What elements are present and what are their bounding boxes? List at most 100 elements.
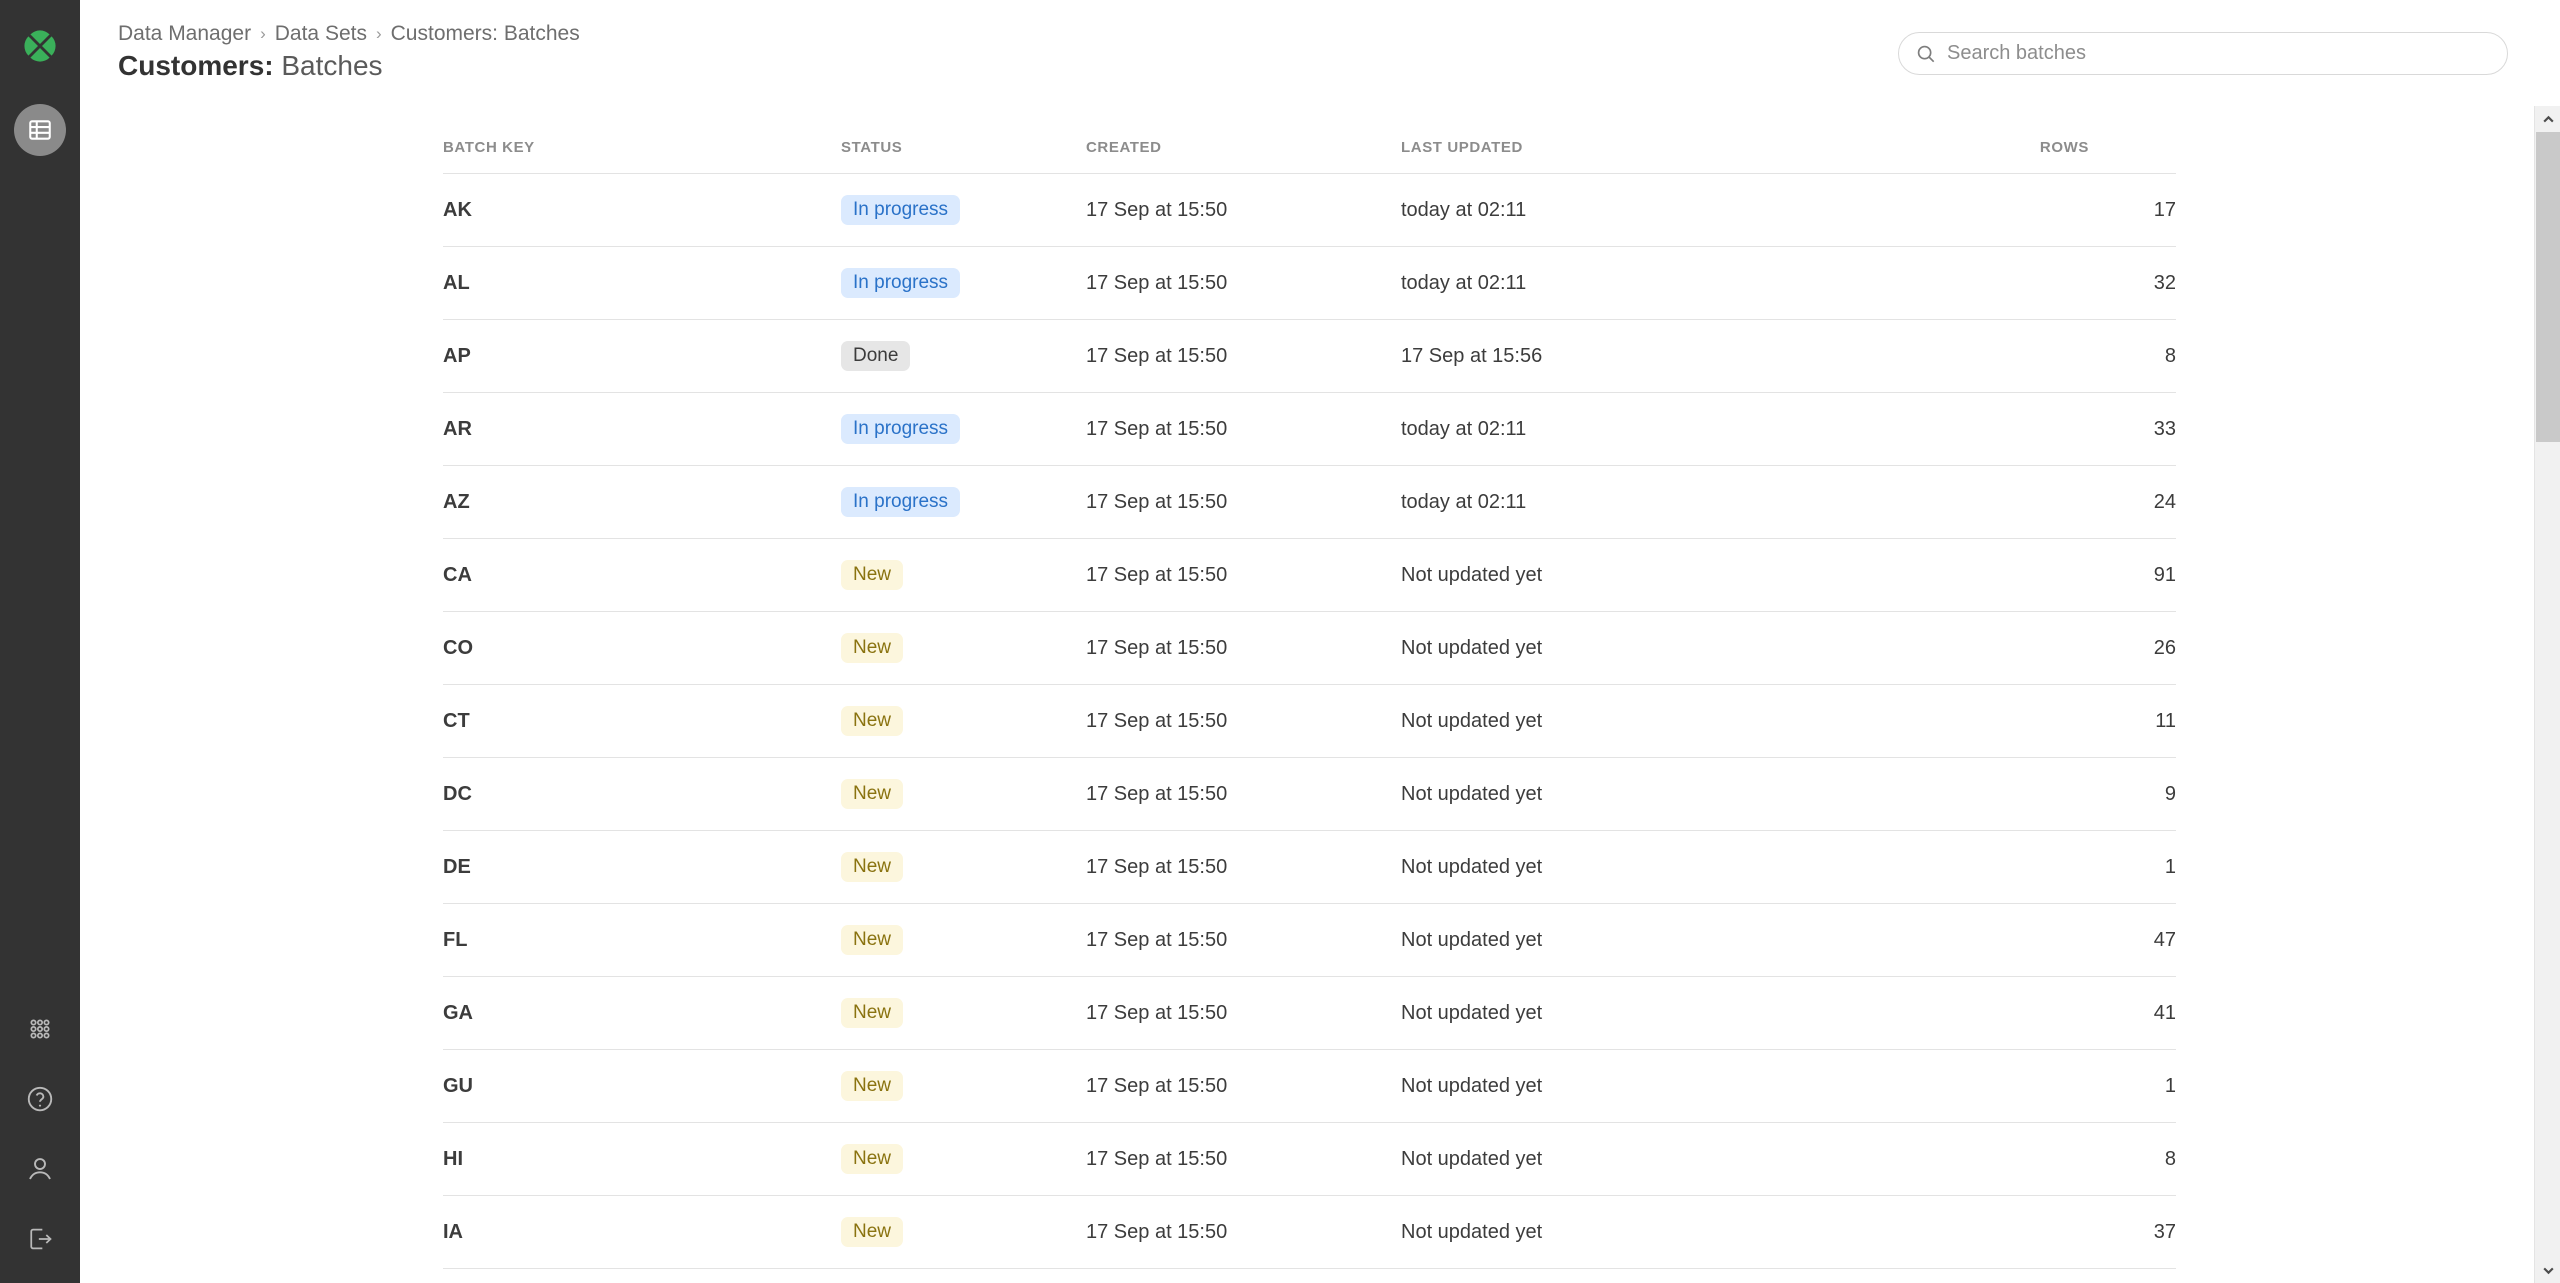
cell-status: In progress [841,173,1086,247]
cell-last-updated: Not updated yet [1401,757,1791,831]
sidebar-item-data-manager[interactable] [14,104,66,156]
column-header-rows[interactable]: ROWS [1791,106,2176,174]
table-row[interactable]: AL In progress 17 Sep at 15:50 today at 02:… [443,246,2176,320]
cell-rows-count: 9 [1791,757,2176,831]
cell-rows-count: 32 [1791,246,2176,320]
table-row[interactable]: AZ In progress 17 Sep at 15:50 today at 02:… [443,465,2176,539]
breadcrumb-item-data-sets[interactable]: Data Sets [275,22,367,46]
cell-last-updated: today at 02:11 [1401,465,1791,539]
cell-batch-key: CA [443,538,841,612]
scroll-down-button[interactable] [2535,1257,2560,1283]
cell-rows-count: 1 [1791,1049,2176,1123]
cell-status: New [841,1122,1086,1196]
cell-created: 17 Sep at 15:50 [1086,903,1401,977]
status-badge: New [841,560,904,590]
cell-status: Done [841,319,1086,393]
column-header-batch-key[interactable]: BATCH KEY [443,106,841,174]
cell-batch-key: AP [443,319,841,393]
table-row[interactable]: AP Done 17 Sep at 15:50 17 Sep at 15:56 8 [443,319,2176,393]
cell-rows-count: 47 [1791,903,2176,977]
sidebar-item-account[interactable] [14,1143,66,1195]
cell-created: 17 Sep at 15:50 [1086,319,1401,393]
cell-batch-key: GU [443,1049,841,1123]
cell-rows-count: 17 [1791,173,2176,247]
cell-created: 17 Sep at 15:50 [1086,611,1401,685]
status-badge: New [841,925,904,955]
table-row[interactable]: GU New 17 Sep at 15:50 Not updated yet 1 [443,1049,2176,1123]
clover-logo[interactable] [12,18,68,74]
table-list-icon [29,120,51,140]
column-header-last-updated[interactable]: LAST UPDATED [1401,106,1791,174]
cell-rows-count: 41 [1791,976,2176,1050]
sidebar-item-apps[interactable] [14,1003,66,1055]
cell-status: New [841,757,1086,831]
cell-status: New [841,1195,1086,1269]
cell-created: 17 Sep at 15:50 [1086,465,1401,539]
status-badge: New [841,998,904,1028]
table-row[interactable]: FL New 17 Sep at 15:50 Not updated yet 47 [443,903,2176,977]
table-row[interactable]: DC New 17 Sep at 15:50 Not updated yet 9 [443,757,2176,831]
cell-batch-key: AL [443,246,841,320]
cell-last-updated: Not updated yet [1401,903,1791,977]
search-input[interactable] [1947,42,2491,65]
cell-rows-count: 91 [1791,538,2176,612]
cell-status: New [841,976,1086,1050]
cell-status: In progress [841,465,1086,539]
cell-created: 17 Sep at 15:50 [1086,1195,1401,1269]
cell-last-updated: Not updated yet [1401,1049,1791,1123]
cell-created: 17 Sep at 15:50 [1086,246,1401,320]
breadcrumb-item-current: Customers: Batches [390,22,580,45]
table-row[interactable]: CA New 17 Sep at 15:50 Not updated yet 91 [443,538,2176,612]
sidebar-item-logout[interactable] [14,1213,66,1265]
status-badge: New [841,852,904,882]
breadcrumb-separator-icon: › [375,23,382,43]
table-header: BATCH KEY STATUS CREATED LAST UPDATED RO… [443,106,2176,174]
cell-created: 17 Sep at 15:50 [1086,173,1401,247]
table-row[interactable]: HI New 17 Sep at 15:50 Not updated yet 8 [443,1122,2176,1196]
scroll-up-button[interactable] [2535,106,2560,132]
left-nav-rail [0,0,80,1283]
scrollbar-thumb[interactable] [2536,132,2560,442]
rail-secondary-items [0,1003,80,1265]
table-row[interactable]: DE New 17 Sep at 15:50 Not updated yet 1 [443,830,2176,904]
sidebar-item-help[interactable] [14,1073,66,1125]
search-icon [1917,45,1935,62]
table-row[interactable]: AR In progress 17 Sep at 15:50 today at 02:… [443,392,2176,466]
table-row[interactable]: CO New 17 Sep at 15:50 Not updated yet 26 [443,611,2176,685]
column-header-status[interactable]: STATUS [841,106,1086,174]
cell-batch-key: AK [443,173,841,247]
vertical-scrollbar[interactable] [2534,106,2560,1283]
app-shell: Data Manager › Data Sets › Customers: Ba… [0,0,2560,1283]
cell-status: In progress [841,392,1086,466]
cell-last-updated: Not updated yet [1401,611,1791,685]
cell-rows-count: 37 [1791,1195,2176,1269]
cell-status: New [841,538,1086,612]
status-badge: In progress [841,487,961,517]
cell-batch-key: AZ [443,465,841,539]
table-row[interactable]: IA New 17 Sep at 15:50 Not updated yet 37 [443,1195,2176,1269]
cell-last-updated: Not updated yet [1401,976,1791,1050]
cell-rows-count: 24 [1791,465,2176,539]
breadcrumb: Data Manager › Data Sets › Customers: Ba… [118,22,580,46]
status-badge: In progress [841,195,961,225]
breadcrumb-item-data-manager[interactable]: Data Manager [118,22,251,46]
column-header-created[interactable]: CREATED [1086,106,1401,174]
cell-status: In progress [841,246,1086,320]
table-row[interactable]: AK In progress 17 Sep at 15:50 today at 02:… [443,173,2176,247]
cell-created: 17 Sep at 15:50 [1086,1122,1401,1196]
cell-created: 17 Sep at 15:50 [1086,830,1401,904]
status-badge: New [841,779,904,809]
cell-batch-key: CO [443,611,841,685]
page-title-primary: Customers: [118,50,274,81]
cell-last-updated: today at 02:11 [1401,173,1791,247]
table-row[interactable]: CT New 17 Sep at 15:50 Not updated yet 11 [443,684,2176,758]
status-badge: Done [841,341,911,371]
cell-status: New [841,1049,1086,1123]
status-badge: New [841,1217,904,1247]
cell-created: 17 Sep at 15:50 [1086,392,1401,466]
search-box[interactable] [1898,32,2508,75]
cell-status: New [841,830,1086,904]
cell-status: New [841,903,1086,977]
table-row[interactable]: GA New 17 Sep at 15:50 Not updated yet 41 [443,976,2176,1050]
breadcrumb-separator-icon: › [260,23,266,43]
